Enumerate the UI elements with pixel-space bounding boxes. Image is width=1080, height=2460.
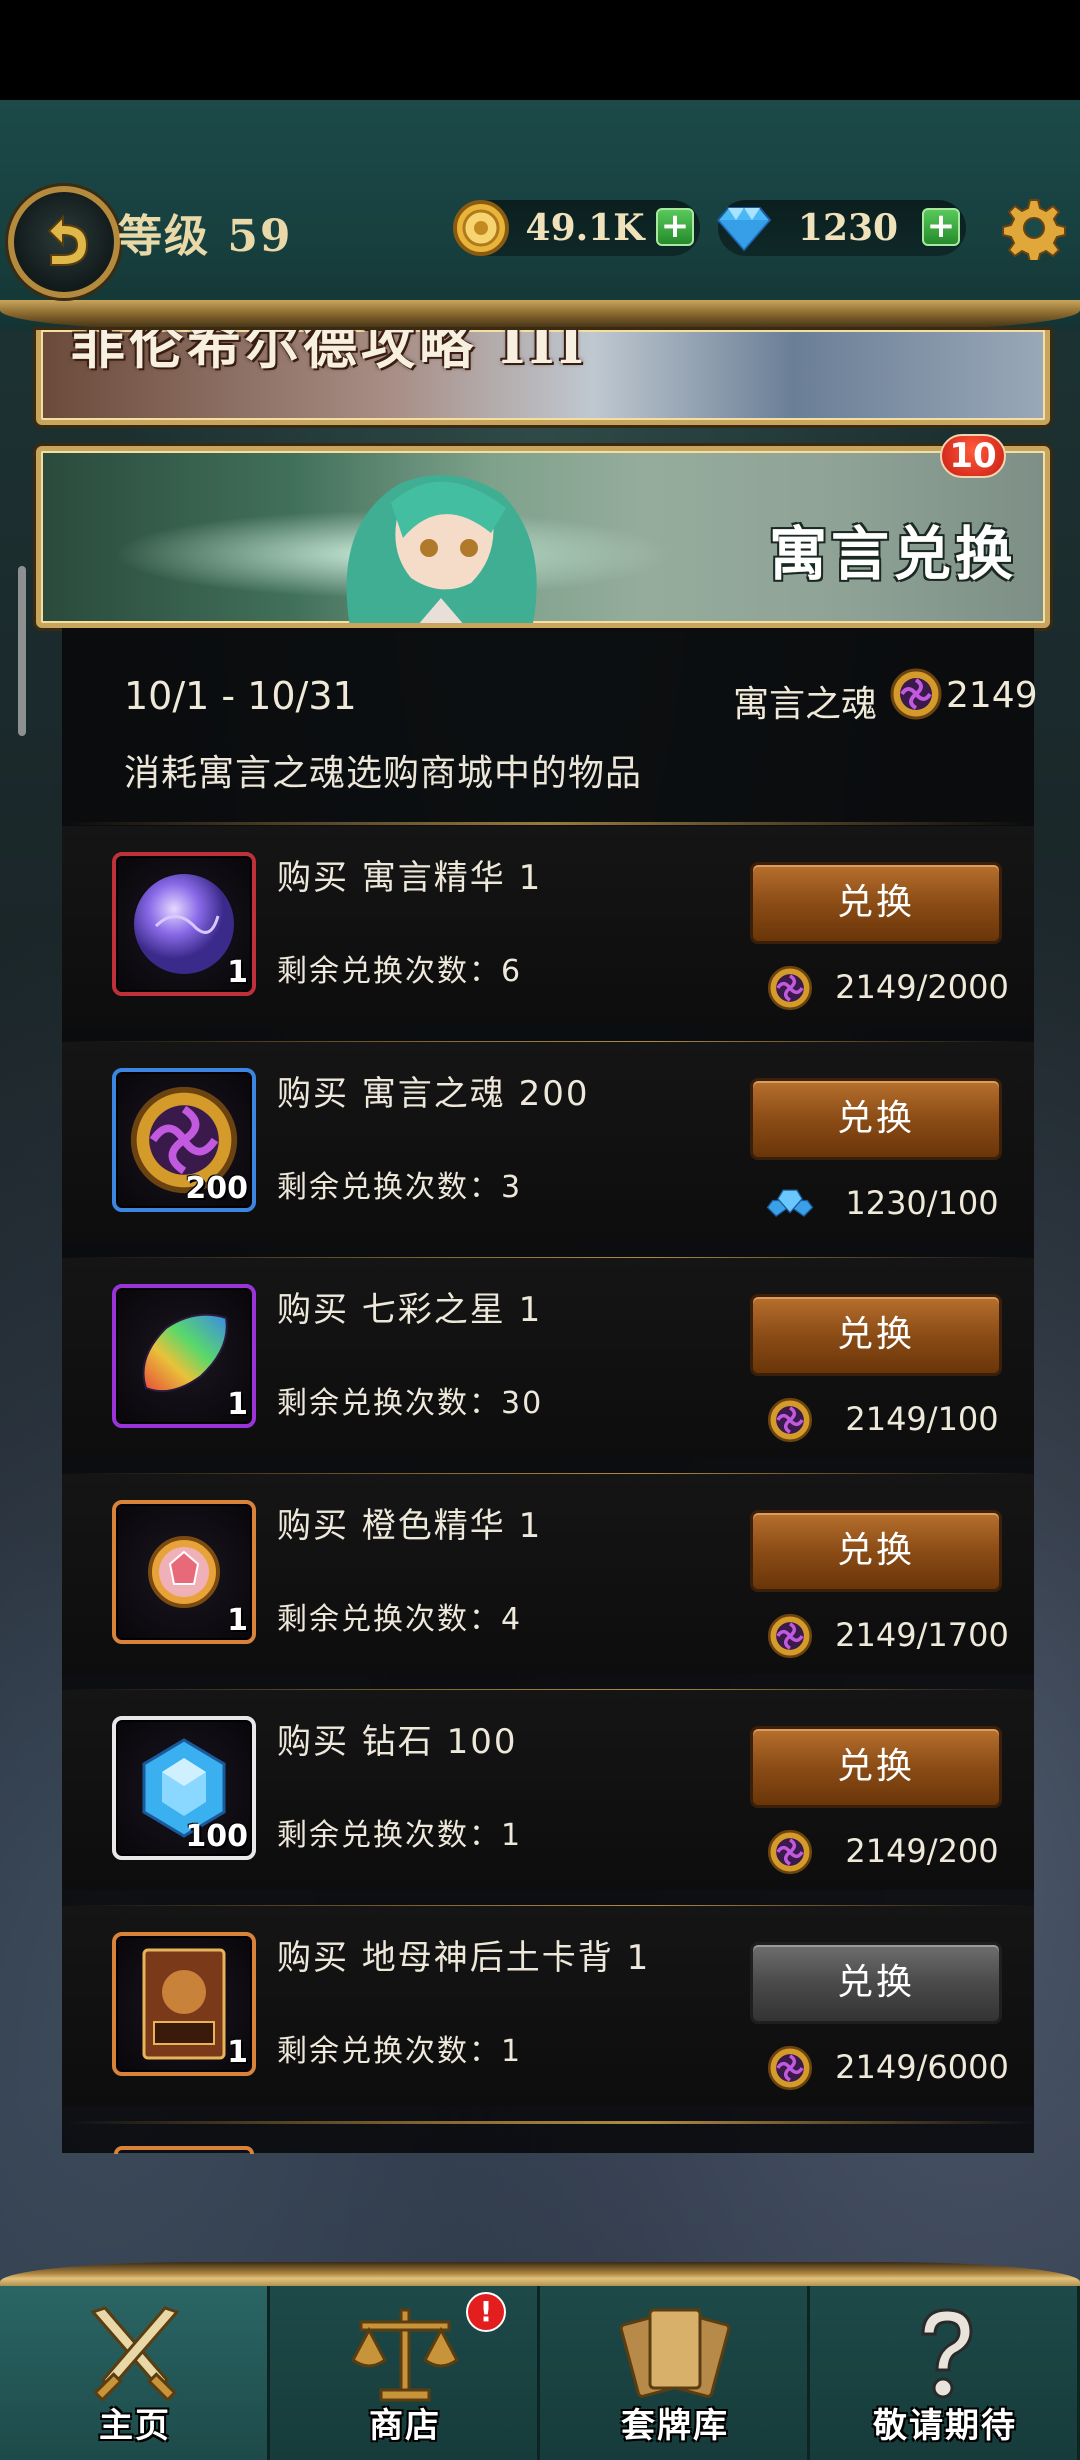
divider [62, 2121, 1034, 2124]
exchange-button[interactable]: 兑换 [750, 862, 1002, 944]
nav-home[interactable]: 主页 [0, 2286, 270, 2460]
back-button[interactable] [8, 186, 120, 298]
coin-amount: 49.1K [525, 207, 645, 249]
top-bar-rim [0, 300, 1080, 330]
cards-icon [619, 2308, 731, 2398]
item-remaining: 剩余兑换次数：4 [277, 1602, 523, 1637]
shop-item-row: 200 购买 寓言之魂 200 剩余兑换次数：3 兑换 1230/100 [62, 1042, 1034, 1260]
diamond-icon [716, 207, 772, 252]
item-icon-frame [114, 2146, 254, 2154]
card-back-icon [142, 1948, 226, 2060]
shop-item-row: 1 购买 橙色精华 1 剩余兑换次数：4 兑换 2149/1700 [62, 1474, 1034, 1692]
item-quantity: 200 [185, 1171, 248, 1206]
coin-currency: 49.1K + [453, 200, 700, 256]
purple-orb-icon [134, 874, 234, 974]
item-remaining: 剩余兑换次数：1 [277, 1818, 523, 1853]
fable-exchange-title: 寓言兑换 [768, 520, 1017, 588]
gem-currency: 1230 + [716, 200, 966, 256]
status-bar-area [0, 0, 1080, 100]
shop-alert-badge: ! [466, 2292, 506, 2332]
item-quantity: 1 [227, 2035, 248, 2070]
rainbow-star-icon [142, 1313, 228, 1392]
item-cost: 2149/200 [845, 1832, 999, 1870]
shop-item-row: 100 购买 钻石 100 剩余兑换次数：1 兑换 2149/200 [62, 1690, 1034, 1908]
nav-deck-label: 套牌库 [621, 2406, 729, 2446]
exchange-button[interactable]: 兑换 [750, 1510, 1002, 1592]
item-cost: 1230/100 [845, 1184, 999, 1222]
item-quantity: 100 [185, 1819, 248, 1854]
exchange-button[interactable]: 兑换 [750, 1726, 1002, 1808]
soul-icon [767, 2045, 813, 2091]
item-remaining: 剩余兑换次数：1 [277, 2034, 523, 2069]
exchange-button[interactable]: 兑换 [750, 1078, 1002, 1160]
diamond-pile-icon [766, 1189, 814, 1217]
item-title: 购买 寓言精华 1 [277, 858, 543, 898]
event-banner-partial[interactable]: 菲伦希尔德攻略 III [36, 330, 1050, 425]
crossed-swords-icon [90, 2306, 180, 2402]
soul-currency-amount: 2149 [946, 675, 1038, 716]
gem-amount: 1230 [797, 207, 899, 249]
divider [62, 822, 1034, 825]
soul-currency-label: 寓言之魂 [733, 684, 878, 725]
notification-badge: 10 [940, 434, 1006, 478]
bottom-nav: 主页 商店 套牌库 敬请期待 [0, 2286, 1080, 2460]
orange-gem-icon [148, 1536, 220, 1608]
add-coins-button[interactable]: + [656, 208, 694, 246]
nav-coming-soon[interactable]: 敬请期待 [810, 2286, 1080, 2460]
question-icon [921, 2308, 973, 2399]
item-title: 购买 寓言之魂 200 [277, 1074, 590, 1114]
item-title: 购买 橙色精华 1 [277, 1506, 543, 1546]
add-gems-button[interactable]: + [922, 208, 960, 246]
item-title: 购买 地母神后土卡背 1 [277, 1938, 651, 1978]
character-illustration [346, 475, 537, 623]
gold-coin-icon [453, 200, 509, 256]
soul-icon [767, 1397, 813, 1443]
item-quantity: 1 [227, 1387, 248, 1422]
fable-exchange-banner[interactable]: 寓言兑换 [36, 446, 1050, 628]
shop-item-row: 1 购买 地母神后土卡背 1 剩余兑换次数：1 兑换 2149/6000 [62, 1906, 1034, 2124]
item-title: 购买 七彩之星 1 [277, 1290, 543, 1330]
soul-icon [767, 965, 813, 1011]
exchange-button[interactable]: 兑换 [750, 1294, 1002, 1376]
item-remaining: 剩余兑换次数：30 [277, 1386, 544, 1421]
item-icon-frame: 1 [112, 1284, 256, 1428]
player-level: 等级 59 [118, 211, 293, 262]
item-icon-frame: 1 [112, 1500, 256, 1644]
item-quantity: 1 [227, 1603, 248, 1638]
soul-icon [767, 1829, 813, 1875]
item-icon-frame: 100 [112, 1716, 256, 1860]
soul-icon [767, 1613, 813, 1659]
nav-shop-label: 商店 [369, 2406, 441, 2446]
item-cost: 2149/6000 [835, 2048, 1009, 2086]
item-cost: 2149/100 [845, 1400, 999, 1438]
event-date-range: 10/1 - 10/31 [124, 674, 357, 718]
shop-item-row: 1 购买 七彩之星 1 剩余兑换次数：30 兑换 2149/100 [62, 1258, 1034, 1476]
scales-icon [351, 2308, 459, 2402]
item-icon-frame: 1 [112, 852, 256, 996]
item-cost: 2149/2000 [835, 968, 1009, 1006]
item-title: 购买 钻石 100 [277, 1722, 518, 1762]
event-banner-title: 菲伦希尔德攻略 III [71, 330, 588, 376]
item-icon-frame: 1 [112, 1932, 256, 2076]
event-description: 消耗寓言之魂选购商城中的物品 [124, 753, 643, 794]
shop-item-row: 1 购买 寓言精华 1 剩余兑换次数：6 兑换 2149/2000 [62, 826, 1034, 1044]
scrollbar[interactable] [18, 566, 26, 736]
item-quantity: 1 [227, 955, 248, 990]
nav-deck[interactable]: 套牌库 [540, 2286, 810, 2460]
nav-coming-soon-label: 敬请期待 [873, 2406, 1017, 2446]
gear-icon[interactable] [1002, 196, 1066, 260]
item-cost: 2149/1700 [835, 1616, 1009, 1654]
soul-icon [890, 668, 942, 720]
item-remaining: 剩余兑换次数：3 [277, 1170, 523, 1205]
exchange-button-disabled[interactable]: 兑换 [750, 1942, 1002, 2024]
item-remaining: 剩余兑换次数：6 [277, 954, 523, 989]
item-icon-frame: 200 [112, 1068, 256, 1212]
nav-home-label: 主页 [99, 2406, 171, 2446]
back-arrow-icon [47, 214, 89, 266]
